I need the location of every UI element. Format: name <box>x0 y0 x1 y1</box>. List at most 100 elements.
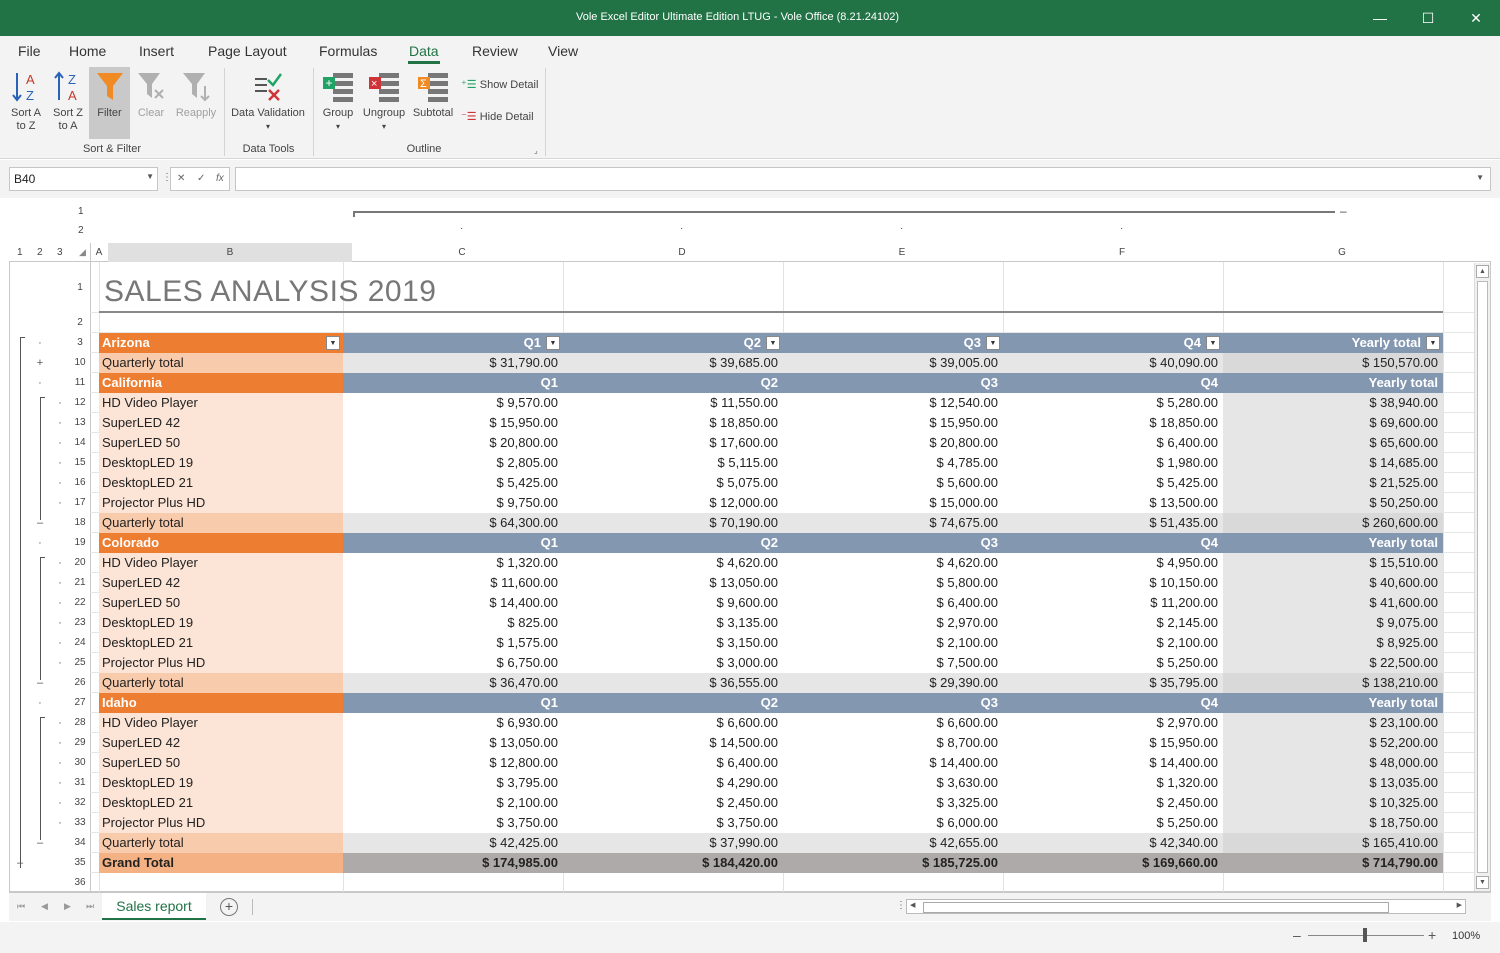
quarter-header[interactable]: Q2 <box>563 693 783 713</box>
row-number[interactable]: 25 <box>70 657 90 669</box>
value-cell[interactable]: $ 8,700.00 <box>783 733 1003 753</box>
insert-function-icon[interactable]: fx <box>216 173 224 184</box>
value-cell[interactable]: $ 15,000.00 <box>783 493 1003 513</box>
value-cell[interactable]: $ 14,400.00 <box>1003 753 1223 773</box>
filter-dropdown-icon[interactable]: ▼ <box>766 336 780 350</box>
value-cell[interactable]: $ 15,950.00 <box>783 413 1003 433</box>
value-cell[interactable]: $ 2,100.00 <box>1003 633 1223 653</box>
value-cell[interactable]: $ 6,000.00 <box>783 813 1003 833</box>
value-cell[interactable]: $ 12,800.00 <box>343 753 563 773</box>
value-cell[interactable]: $ 13,050.00 <box>343 733 563 753</box>
horizontal-scrollbar[interactable]: ⋮ ◀ ▶ <box>896 899 1480 915</box>
value-cell[interactable]: $ 169,660.00 <box>1003 853 1223 873</box>
row-number[interactable]: 21 <box>70 577 90 589</box>
row-number[interactable]: 30 <box>70 757 90 769</box>
yearly-total-cell[interactable]: $ 8,925.00 <box>1223 633 1443 653</box>
value-cell[interactable]: $ 5,425.00 <box>343 473 563 493</box>
yearly-total-cell[interactable]: $ 38,940.00 <box>1223 393 1443 413</box>
value-cell[interactable]: $ 3,135.00 <box>563 613 783 633</box>
value-cell[interactable]: $ 2,970.00 <box>1003 713 1223 733</box>
row-number[interactable]: 16 <box>70 477 90 489</box>
yearly-total-cell[interactable]: $ 23,100.00 <box>1223 713 1443 733</box>
outline-toggle[interactable]: · <box>34 375 46 391</box>
quarter-header[interactable]: Q3 <box>783 693 1003 713</box>
value-cell[interactable]: $ 40,090.00 <box>1003 353 1223 373</box>
row-label[interactable]: DesktopLED 21 <box>99 473 343 493</box>
yearly-total-cell[interactable]: $ 69,600.00 <box>1223 413 1443 433</box>
value-cell[interactable]: $ 37,990.00 <box>563 833 783 853</box>
tab-page-layout[interactable]: Page Layout <box>208 43 287 59</box>
value-cell[interactable]: $ 4,620.00 <box>563 553 783 573</box>
value-cell[interactable]: $ 3,150.00 <box>563 633 783 653</box>
value-cell[interactable]: $ 42,655.00 <box>783 833 1003 853</box>
row-number[interactable]: 24 <box>70 637 90 649</box>
value-cell[interactable]: $ 15,950.00 <box>1003 733 1223 753</box>
quarter-header[interactable]: Q3 <box>783 373 1003 393</box>
grand-total-label[interactable]: Grand Total <box>99 853 343 873</box>
minimize-button[interactable]: — <box>1357 0 1403 36</box>
tab-file[interactable]: File <box>18 43 41 59</box>
outline-toggle[interactable]: · <box>54 455 66 471</box>
quarter-header[interactable]: Q1 <box>343 533 563 553</box>
value-cell[interactable]: $ 3,000.00 <box>563 653 783 673</box>
value-cell[interactable]: $ 31,790.00 <box>343 353 563 373</box>
region-header[interactable]: California <box>99 373 343 393</box>
row-number[interactable]: 28 <box>70 717 90 729</box>
value-cell[interactable]: $ 10,150.00 <box>1003 573 1223 593</box>
scroll-down-icon[interactable]: ▼ <box>1476 876 1489 889</box>
value-cell[interactable]: $ 17,600.00 <box>563 433 783 453</box>
value-cell[interactable]: $ 18,850.00 <box>1003 413 1223 433</box>
scroll-left-icon[interactable]: ◀ <box>910 901 915 909</box>
row-number[interactable]: 35 <box>70 857 90 869</box>
outline-toggle[interactable]: · <box>54 495 66 511</box>
quarter-header[interactable]: Yearly total <box>1223 693 1443 713</box>
add-sheet-button[interactable]: + <box>220 898 238 916</box>
row-label[interactable]: SuperLED 50 <box>99 753 343 773</box>
show-detail-button[interactable]: ⁺☰ Show Detail <box>461 78 538 91</box>
row-number[interactable]: 31 <box>70 777 90 789</box>
yearly-total-cell[interactable]: $ 714,790.00 <box>1223 853 1443 873</box>
vertical-scroll-thumb[interactable] <box>1477 281 1488 873</box>
value-cell[interactable]: $ 2,100.00 <box>343 793 563 813</box>
value-cell[interactable]: $ 2,100.00 <box>783 633 1003 653</box>
hide-detail-button[interactable]: ⁻☰ Hide Detail <box>461 110 534 123</box>
value-cell[interactable]: $ 11,200.00 <box>1003 593 1223 613</box>
quarter-header[interactable]: Q1 <box>343 333 563 353</box>
value-cell[interactable]: $ 39,685.00 <box>563 353 783 373</box>
yearly-total-cell[interactable]: $ 9,075.00 <box>1223 613 1443 633</box>
value-cell[interactable]: $ 4,290.00 <box>563 773 783 793</box>
quarter-header[interactable]: Q4 <box>1003 373 1223 393</box>
row-label[interactable]: Quarterly total <box>99 353 343 373</box>
column-header-b[interactable]: B <box>108 243 352 262</box>
expand-formula-icon[interactable]: ▼ <box>1476 173 1484 182</box>
row-number[interactable]: 13 <box>70 417 90 429</box>
quarter-header[interactable]: Yearly total <box>1223 333 1443 353</box>
value-cell[interactable]: $ 185,725.00 <box>783 853 1003 873</box>
value-cell[interactable]: $ 184,420.00 <box>563 853 783 873</box>
row-label[interactable]: SuperLED 42 <box>99 733 343 753</box>
column-header-e[interactable]: E <box>792 243 1012 262</box>
last-sheet-icon[interactable]: ⏭ <box>86 901 94 912</box>
row-number[interactable]: 14 <box>70 437 90 449</box>
row-outline-level-2[interactable]: 2 <box>37 247 43 258</box>
value-cell[interactable]: $ 12,540.00 <box>783 393 1003 413</box>
yearly-total-cell[interactable]: $ 10,325.00 <box>1223 793 1443 813</box>
outline-toggle[interactable]: · <box>54 635 66 651</box>
outline-toggle[interactable]: · <box>54 715 66 731</box>
filter-dropdown-icon[interactable]: ▼ <box>1206 336 1220 350</box>
outline-toggle[interactable]: · <box>54 575 66 591</box>
row-number[interactable]: 19 <box>70 537 90 549</box>
quarter-header[interactable]: Q3 <box>783 533 1003 553</box>
yearly-total-cell[interactable]: $ 15,510.00 <box>1223 553 1443 573</box>
yearly-total-cell[interactable]: $ 13,035.00 <box>1223 773 1443 793</box>
value-cell[interactable]: $ 5,250.00 <box>1003 813 1223 833</box>
row-label[interactable]: Quarterly total <box>99 833 343 853</box>
row-label[interactable]: SuperLED 50 <box>99 433 343 453</box>
outline-toggle[interactable]: · <box>54 555 66 571</box>
outline-toggle[interactable]: · <box>54 435 66 451</box>
value-cell[interactable]: $ 18,850.00 <box>563 413 783 433</box>
column-header-f[interactable]: F <box>1012 243 1232 262</box>
sheet-tab-sales-report[interactable]: Sales report <box>102 893 206 920</box>
col-collapse-button[interactable]: – <box>1340 204 1347 218</box>
yearly-total-cell[interactable]: $ 14,685.00 <box>1223 453 1443 473</box>
